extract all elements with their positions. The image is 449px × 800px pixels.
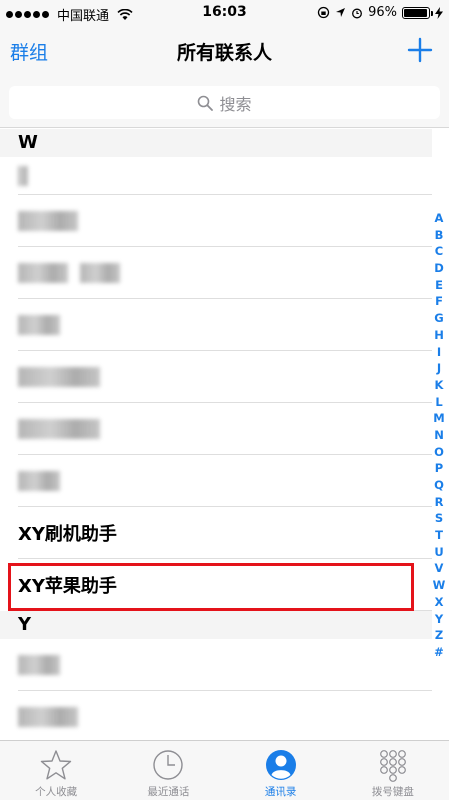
list-item[interactable] <box>18 299 432 351</box>
tab-keypad[interactable]: 拨号键盘 <box>337 741 449 800</box>
index-letter[interactable]: Q <box>434 477 444 494</box>
rotation-lock-icon <box>317 6 330 19</box>
alphabet-index[interactable]: A B C D E F G H I J K L M N O P Q R S T U V W X Y Z # <box>432 210 446 661</box>
index-letter[interactable]: B <box>435 227 444 244</box>
star-icon <box>40 750 72 780</box>
list-item[interactable] <box>18 195 432 247</box>
index-letter[interactable]: H <box>434 327 444 344</box>
search-icon <box>198 95 214 111</box>
index-letter[interactable]: V <box>435 560 444 577</box>
page-title: 所有联系人 <box>176 42 272 64</box>
contact-xy-flash-assistant[interactable]: XY刷机助手 <box>18 507 432 559</box>
keypad-icon <box>379 750 406 782</box>
index-letter[interactable]: M <box>433 410 444 427</box>
tab-contacts[interactable]: 通讯录 <box>225 741 337 800</box>
alarm-icon <box>352 8 363 18</box>
add-contact-icon[interactable] <box>407 37 433 63</box>
index-letter[interactable]: P <box>435 460 443 477</box>
contact-list[interactable]: W XY刷机助手 XY苹果助手 Y <box>0 129 432 743</box>
section-header-y: Y <box>0 611 432 639</box>
index-letter[interactable]: E <box>435 277 443 294</box>
index-letter[interactable]: N <box>434 427 444 444</box>
index-letter[interactable]: W <box>433 577 446 594</box>
index-letter[interactable]: D <box>434 260 444 277</box>
index-letter[interactable]: K <box>435 377 444 394</box>
index-letter[interactable]: O <box>434 444 444 461</box>
location-icon <box>336 8 346 17</box>
search-input[interactable]: 搜索 <box>9 86 440 119</box>
contact-name: XY刷机助手 <box>18 523 117 545</box>
index-letter[interactable]: # <box>434 644 444 661</box>
search-area: 搜索 <box>0 76 449 128</box>
status-bar: 中国联通 16:03 96% <box>0 0 449 26</box>
tab-bar: 个人收藏 最近通话 通讯录 拨号键盘 <box>0 740 449 800</box>
clock-icon <box>153 750 184 780</box>
navigation-bar: 群组 所有联系人 <box>0 26 449 76</box>
index-letter[interactable]: C <box>435 243 443 260</box>
section-header-w: W <box>0 129 432 157</box>
index-letter[interactable]: X <box>435 594 444 611</box>
index-letter[interactable]: A <box>435 210 444 227</box>
index-letter[interactable]: F <box>435 293 443 310</box>
status-right: 96% <box>317 5 443 20</box>
tab-label: 个人收藏 <box>35 786 78 798</box>
index-letter[interactable]: J <box>437 360 441 377</box>
tab-label: 通讯录 <box>264 786 297 798</box>
charging-icon <box>435 6 443 19</box>
search-placeholder: 搜索 <box>219 94 252 114</box>
index-letter[interactable]: R <box>435 494 444 511</box>
tab-label: 最近通话 <box>147 786 190 798</box>
list-item[interactable] <box>18 351 432 403</box>
index-letter[interactable]: I <box>437 344 441 361</box>
contacts-icon <box>265 750 296 780</box>
list-item[interactable] <box>18 639 432 691</box>
index-letter[interactable]: S <box>435 510 443 527</box>
tab-label: 拨号键盘 <box>371 786 414 798</box>
battery-icon <box>402 6 433 19</box>
index-letter[interactable]: L <box>435 394 442 411</box>
list-item[interactable] <box>18 157 432 195</box>
index-letter[interactable]: G <box>434 310 443 327</box>
index-letter[interactable]: T <box>435 527 443 544</box>
list-item[interactable] <box>18 403 432 455</box>
list-item[interactable] <box>18 691 432 743</box>
tab-favorites[interactable]: 个人收藏 <box>0 741 112 800</box>
index-letter[interactable]: U <box>434 544 443 561</box>
index-letter[interactable]: Z <box>435 627 443 644</box>
list-item[interactable] <box>18 247 432 299</box>
battery-percent: 96% <box>368 5 397 20</box>
index-letter[interactable]: Y <box>435 611 443 628</box>
highlight-box <box>8 563 414 611</box>
tab-recents[interactable]: 最近通话 <box>112 741 224 800</box>
list-item[interactable] <box>18 455 432 507</box>
